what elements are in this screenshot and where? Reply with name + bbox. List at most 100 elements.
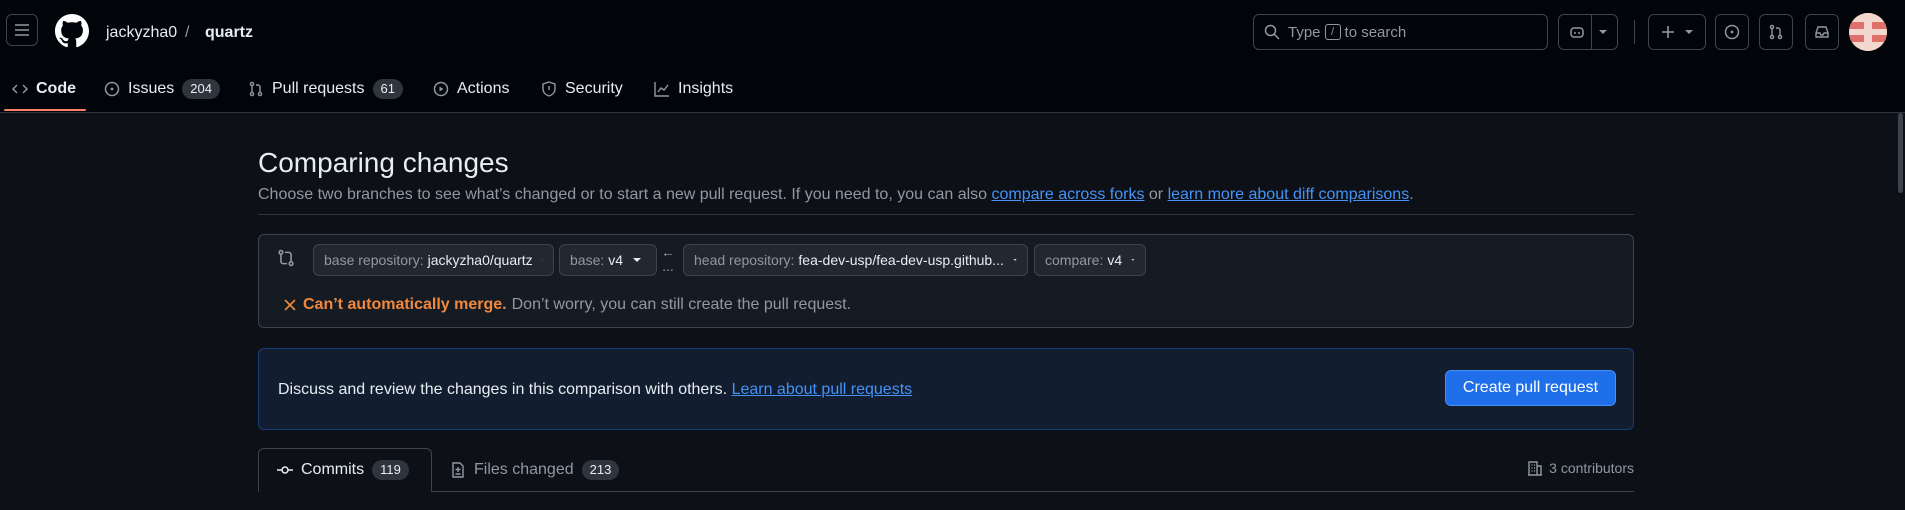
copilot-divider: [1590, 14, 1592, 50]
search-suffix: to search: [1344, 23, 1407, 41]
git-compare-icon: [278, 249, 294, 267]
contributors-link[interactable]: 3 contributors: [1527, 460, 1634, 476]
base-repository-label: base repository:: [324, 252, 424, 268]
page-description: Choose two branches to see what’s change…: [258, 185, 1414, 205]
merge-status-title: Can’t automatically merge.: [303, 296, 507, 313]
shield-icon: [542, 81, 556, 97]
search-prefix: Type: [1288, 23, 1321, 41]
base-repository-select[interactable]: base repository: jackyzha0/quartz: [313, 244, 554, 276]
git-pull-request-icon: [249, 81, 263, 97]
your-pull-requests-button[interactable]: [1759, 14, 1793, 50]
diff-comparisons-link[interactable]: learn more about diff comparisons: [1168, 186, 1410, 203]
repo-nav: Code Issues 204 Pull requests 61 Actions…: [0, 64, 1905, 113]
notifications-button[interactable]: [1805, 14, 1839, 50]
tab-code-underline: [4, 109, 86, 111]
github-logo[interactable]: [55, 14, 89, 48]
x-icon: [284, 299, 296, 311]
compare-tabs: Commits 119 Files changed 213 3 contribu…: [258, 448, 1634, 510]
base-branch-label: base:: [570, 252, 605, 268]
base-branch-value: v4: [608, 252, 624, 268]
organization-icon: [1528, 461, 1543, 476]
tab-pull-requests-count: 61: [372, 79, 403, 99]
copilot-icon: [1569, 27, 1584, 38]
head-repository-label: head repository:: [694, 252, 795, 268]
tab-pull-requests-label: Pull requests: [272, 80, 365, 97]
plus-icon: [1662, 26, 1674, 38]
compare-direction: ← ...: [656, 245, 680, 273]
page-title: Comparing changes: [258, 147, 509, 178]
user-avatar-icon: [1849, 13, 1887, 51]
discuss-message: Discuss and review the changes in this c…: [278, 381, 728, 398]
issue-opened-icon: [104, 81, 120, 97]
page-description-text: Choose two branches to see what’s change…: [258, 186, 988, 203]
contributors-count: 3 contributors: [1549, 460, 1634, 476]
chevron-down-icon: [1685, 30, 1693, 34]
play-icon: [433, 81, 449, 97]
issue-opened-icon: [1724, 24, 1740, 40]
tab-issues[interactable]: Issues 204: [104, 74, 220, 104]
tab-issues-count: 204: [182, 79, 220, 99]
tab-insights-label: Insights: [678, 80, 734, 97]
git-commit-icon: [277, 466, 293, 474]
tab-files-changed-label: Files changed: [474, 461, 574, 478]
compare-branch-label: compare:: [1045, 252, 1104, 268]
your-issues-button[interactable]: [1715, 14, 1749, 50]
tab-issues-label: Issues: [128, 80, 175, 97]
graph-icon: [654, 82, 669, 97]
tab-security-label: Security: [565, 80, 623, 97]
tab-pull-requests[interactable]: Pull requests 61: [248, 74, 403, 104]
compare-across-forks-link[interactable]: compare across forks: [992, 186, 1145, 203]
inbox-icon: [1815, 26, 1829, 38]
breadcrumb-repo[interactable]: quartz: [205, 23, 253, 43]
page-description-or: or: [1148, 186, 1164, 203]
hamburger-icon: [15, 24, 29, 36]
search-input[interactable]: Type / to search: [1253, 14, 1548, 50]
triangle-down-icon: [633, 258, 642, 262]
tab-commits-count: 119: [372, 460, 409, 480]
arrow-left-icon: ←: [661, 244, 675, 260]
tab-insights[interactable]: Insights: [654, 74, 733, 104]
file-diff-icon: [452, 462, 464, 478]
create-pull-request-button[interactable]: Create pull request: [1445, 370, 1616, 406]
code-icon: [12, 84, 28, 94]
hamburger-menu-button[interactable]: [6, 14, 38, 46]
merge-status: Can’t automatically merge. Don’t worry, …: [283, 295, 851, 315]
global-header: jackyzha0 / quartz Type / to search Code…: [0, 0, 1905, 113]
tab-actions[interactable]: Actions: [433, 74, 509, 104]
triangle-down-icon: [541, 259, 543, 261]
avatar[interactable]: [1849, 13, 1887, 51]
learn-about-pull-requests-link[interactable]: Learn about pull requests: [732, 381, 913, 398]
search-icon: [1264, 24, 1280, 40]
head-repository-value: fea-dev-usp/fea-dev-usp.github...: [798, 252, 1004, 268]
chevron-down-icon[interactable]: [1598, 27, 1608, 37]
range-editor: base repository: jackyzha0/quartz base: …: [258, 234, 1634, 328]
tab-code[interactable]: Code: [12, 74, 76, 104]
page-description-period: .: [1409, 186, 1414, 203]
breadcrumb-owner[interactable]: jackyzha0: [106, 23, 177, 43]
tab-code-label: Code: [36, 80, 76, 97]
discuss-text: Discuss and review the changes in this c…: [278, 380, 912, 400]
discuss-banner: Discuss and review the changes in this c…: [258, 348, 1634, 430]
breadcrumb-separator: /: [185, 24, 190, 41]
tab-security[interactable]: Security: [541, 74, 623, 104]
compare-branch-value: v4: [1107, 252, 1123, 268]
create-new-button[interactable]: [1648, 14, 1706, 50]
base-repository-value: jackyzha0/quartz: [427, 252, 533, 268]
tab-commits[interactable]: Commits 119: [258, 448, 432, 492]
tab-files-changed-count: 213: [581, 460, 620, 480]
triangle-down-icon: [1013, 259, 1017, 261]
tab-files-changed[interactable]: Files changed 213: [432, 448, 637, 492]
copilot-button[interactable]: [1558, 14, 1618, 50]
title-divider: [258, 214, 1634, 215]
tab-commits-label: Commits: [301, 461, 365, 478]
page-scrollbar[interactable]: [1898, 113, 1903, 193]
head-repository-select[interactable]: head repository: fea-dev-usp/fea-dev-usp…: [683, 244, 1028, 276]
github-mark-icon: [55, 14, 89, 48]
header-top-row: jackyzha0 / quartz Type / to search: [0, 0, 1905, 64]
header-divider: [1634, 20, 1635, 44]
triangle-down-icon: [1131, 259, 1135, 261]
base-branch-select[interactable]: base: v4: [559, 244, 657, 276]
compare-branch-select[interactable]: compare: v4: [1034, 244, 1146, 276]
tab-actions-label: Actions: [457, 80, 510, 97]
merge-status-note: Don’t worry, you can still create the pu…: [511, 296, 852, 313]
